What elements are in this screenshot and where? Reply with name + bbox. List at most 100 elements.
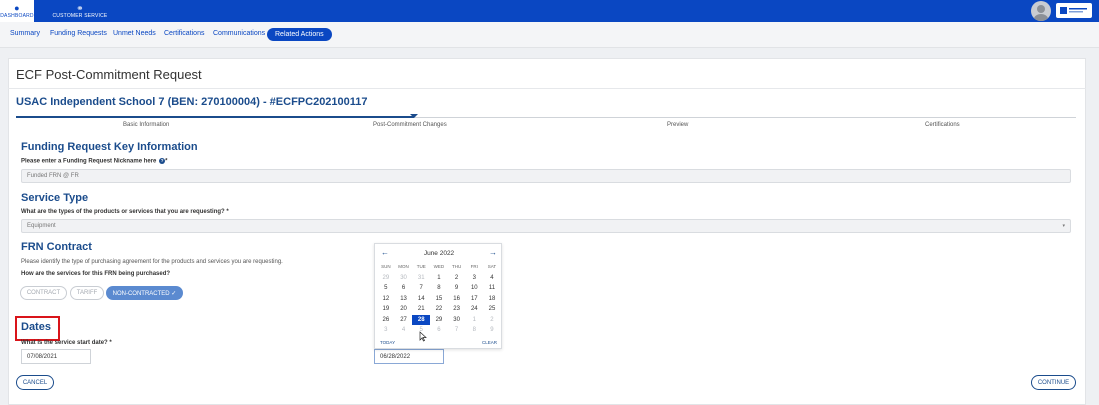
calendar-day[interactable]: 30 xyxy=(395,273,413,284)
service-type-select[interactable]: Equipment ▾ xyxy=(21,219,1071,233)
usac-logo-mark xyxy=(1060,7,1087,14)
calendar-today-button[interactable]: TODAY xyxy=(380,340,395,345)
calendar-day[interactable]: 8 xyxy=(465,325,483,336)
calendar-day[interactable]: 15 xyxy=(430,294,448,305)
weekday-wed: WED xyxy=(433,264,445,269)
calendar-day[interactable]: 21 xyxy=(412,304,430,315)
calendar-day[interactable]: 14 xyxy=(412,294,430,305)
nav-dashboard[interactable]: ● DASHBOARD xyxy=(0,0,34,22)
date-picker-input[interactable]: 06/28/2022 xyxy=(374,349,444,364)
calendar-day[interactable]: 9 xyxy=(448,283,466,294)
calendar-day[interactable]: 2 xyxy=(448,273,466,284)
weekday-row: SUN MON TUE WED THU FRI SAT xyxy=(377,262,501,273)
tab-unmet-needs[interactable]: Unmet Needs xyxy=(113,30,156,37)
date-picker-calendar: ← June 2022 → SUN MON TUE WED THU FRI SA… xyxy=(374,243,502,349)
calendar-week: 29 30 31 1 2 3 4 xyxy=(377,273,501,284)
calendar-day[interactable]: 4 xyxy=(483,273,501,284)
weekday-sun: SUN xyxy=(381,264,391,269)
calendar-clear-button[interactable]: CLEAR xyxy=(482,340,497,345)
weekday-sat: SAT xyxy=(487,264,497,269)
cancel-button[interactable]: CANCEL xyxy=(16,375,54,390)
calendar-day[interactable]: 6 xyxy=(430,325,448,336)
calendar-day[interactable]: 7 xyxy=(412,283,430,294)
non-contracted-option[interactable]: NON-CONTRACTED ✓ xyxy=(106,286,183,300)
calendar-day[interactable]: 4 xyxy=(395,325,413,336)
calendar-day[interactable]: 8 xyxy=(430,283,448,294)
page-title: ECF Post-Commitment Request xyxy=(16,67,202,82)
calendar-day[interactable]: 7 xyxy=(448,325,466,336)
frn-contract-question: How are the services for this FRN being … xyxy=(21,271,171,277)
step-post-commitment-changes[interactable]: Post-Commitment Changes xyxy=(373,122,447,128)
calendar-day[interactable]: 13 xyxy=(395,294,413,305)
step-basic-information[interactable]: Basic Information xyxy=(123,122,169,128)
calendar-day[interactable]: 26 xyxy=(377,315,395,326)
calendar-day[interactable]: 1 xyxy=(430,273,448,284)
calendar-day[interactable]: 18 xyxy=(483,294,501,305)
tab-communications[interactable]: Communications xyxy=(213,30,265,37)
step-certifications[interactable]: Certifications xyxy=(925,122,960,128)
nav-customer-service[interactable]: ⚭ CUSTOMER SERVICE xyxy=(50,0,110,22)
step-preview[interactable]: Preview xyxy=(667,122,688,128)
calendar-day[interactable]: 29 xyxy=(377,273,395,284)
calendar-day[interactable]: 27 xyxy=(395,315,413,326)
start-date-label: What is the service start date? * xyxy=(21,340,112,346)
calendar-day[interactable]: 10 xyxy=(465,283,483,294)
contract-option[interactable]: CONTRACT xyxy=(20,286,67,300)
start-date-input[interactable]: 07/08/2021 xyxy=(21,349,91,364)
nickname-input[interactable]: Funded FRN @ FR xyxy=(21,169,1071,183)
dates-heading: Dates xyxy=(21,321,51,333)
tariff-option[interactable]: TARIFF xyxy=(70,286,104,300)
service-type-label-text: What are the types of the products or se… xyxy=(21,209,225,215)
tab-summary[interactable]: Summary xyxy=(10,30,40,37)
user-avatar[interactable] xyxy=(1031,1,1051,21)
calendar-day[interactable]: 3 xyxy=(465,273,483,284)
required-marker: * xyxy=(165,158,168,165)
calendar-day[interactable]: 20 xyxy=(395,304,413,315)
sub-navigation: Summary Funding Requests Unmet Needs Cer… xyxy=(0,22,1099,48)
calendar-day-selected[interactable]: 28 xyxy=(412,314,431,325)
weekday-thu: THU xyxy=(451,264,462,269)
stepper-progress xyxy=(16,116,414,118)
calendar-day[interactable]: 6 xyxy=(395,283,413,294)
tab-funding-requests[interactable]: Funding Requests xyxy=(50,30,107,37)
calendar-day[interactable]: 3 xyxy=(377,325,395,336)
weekday-fri: FRI xyxy=(470,264,478,269)
calendar-day[interactable]: 31 xyxy=(412,273,430,284)
calendar-week: 5 6 7 8 9 10 11 xyxy=(377,283,501,294)
frn-contract-help: Please identify the type of purchasing a… xyxy=(21,259,283,265)
headset-icon: ⚭ xyxy=(76,2,84,13)
continue-button[interactable]: CONTINUE xyxy=(1031,375,1076,390)
entity-title: USAC Independent School 7 (BEN: 27010000… xyxy=(16,96,368,108)
calendar-week: 12 13 14 15 16 17 18 xyxy=(377,294,501,305)
calendar-day[interactable]: 11 xyxy=(483,283,501,294)
usac-logo xyxy=(1056,3,1092,18)
calendar-week: 26 27 28 29 30 1 2 xyxy=(377,314,501,326)
calendar-day[interactable]: 25 xyxy=(483,304,501,315)
weekday-tue: TUE xyxy=(416,264,426,269)
arrow-right-icon[interactable]: → xyxy=(489,248,497,257)
required-marker: * xyxy=(226,209,229,215)
calendar-day[interactable]: 24 xyxy=(465,304,483,315)
calendar-day[interactable]: 17 xyxy=(465,294,483,305)
calendar-day[interactable]: 2 xyxy=(483,315,501,326)
stepper-current-marker xyxy=(410,114,418,118)
calendar-day[interactable]: 19 xyxy=(377,304,395,315)
calendar-day[interactable]: 1 xyxy=(465,315,483,326)
calendar-day[interactable]: 5 xyxy=(377,283,395,294)
title-divider xyxy=(8,88,1086,89)
tab-related-actions[interactable]: Related Actions xyxy=(267,28,332,41)
calendar-day[interactable]: 16 xyxy=(448,294,466,305)
top-bar: ● DASHBOARD ⚭ CUSTOMER SERVICE xyxy=(0,0,1099,22)
calendar-day[interactable]: 12 xyxy=(377,294,395,305)
calendar-day[interactable]: 23 xyxy=(448,304,466,315)
calendar-day[interactable]: 29 xyxy=(430,315,448,326)
calendar-day[interactable]: 9 xyxy=(483,325,501,336)
tab-certifications[interactable]: Certifications xyxy=(164,30,204,37)
frn-contract-heading: FRN Contract xyxy=(21,241,92,253)
calendar-grid: SUN MON TUE WED THU FRI SAT 29 30 31 1 2… xyxy=(377,262,501,336)
nav-dashboard-label: DASHBOARD xyxy=(0,12,34,19)
calendar-month-label: June 2022 xyxy=(423,250,455,257)
calendar-day[interactable]: 30 xyxy=(448,315,466,326)
calendar-day[interactable]: 22 xyxy=(430,304,448,315)
nickname-value: Funded FRN @ FR xyxy=(27,173,79,179)
